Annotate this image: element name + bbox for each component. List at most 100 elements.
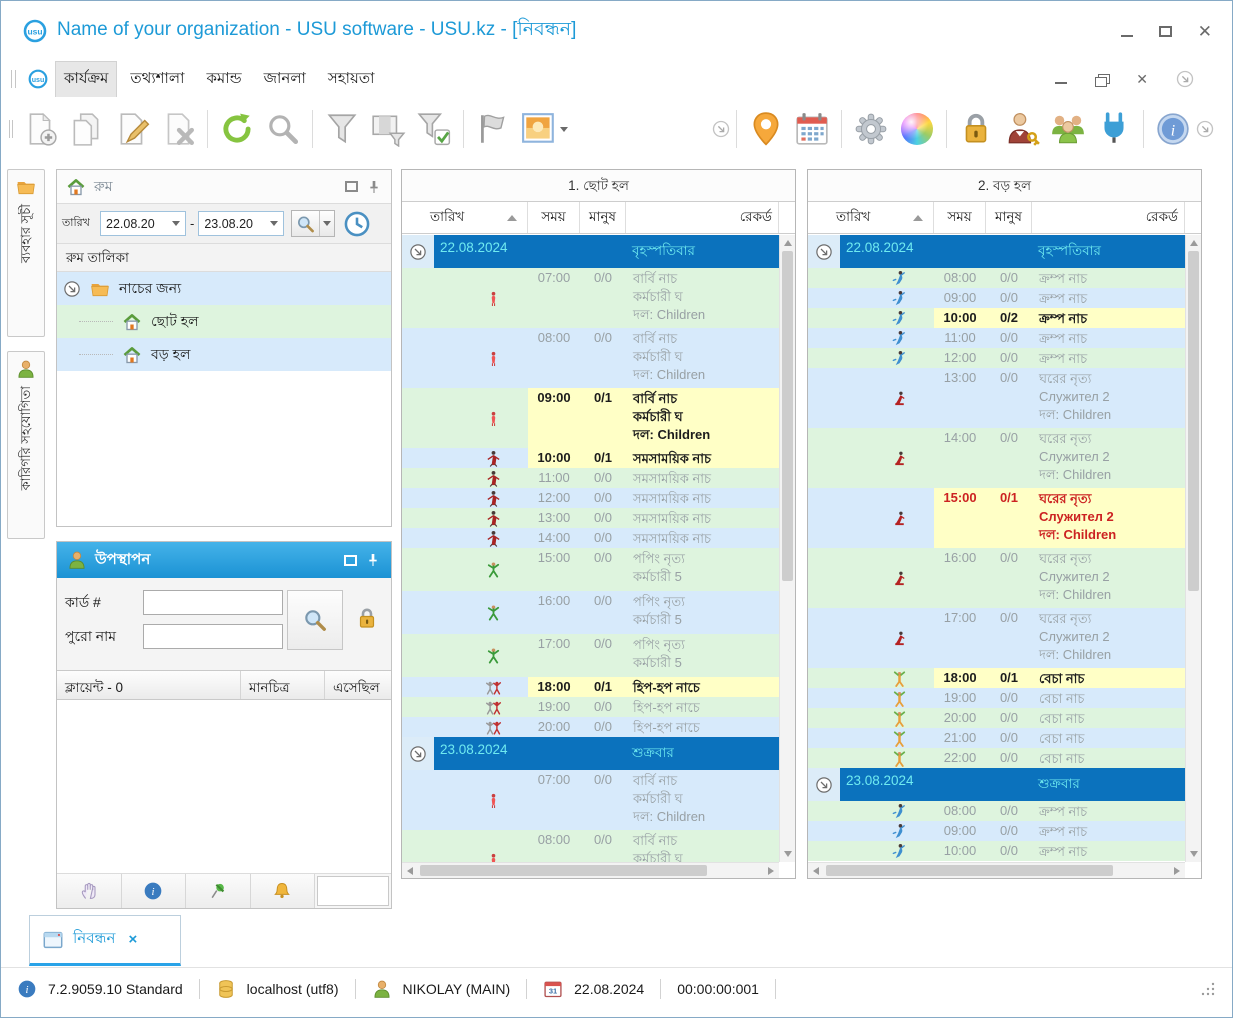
schedule-row[interactable]: 19:00 0/0 বেচা নাচ	[808, 688, 1185, 708]
toolbar-overflow-icon[interactable]	[712, 120, 730, 138]
menu-logo-icon[interactable]: usu	[28, 69, 48, 89]
schedule-row[interactable]: 07:00 0/0 বার্বি নাচ কর্মচারী ঘ দল: Children	[402, 268, 779, 328]
scroll-down-arrow[interactable]	[1190, 851, 1198, 857]
info-icon[interactable]: i	[17, 979, 37, 999]
info-button[interactable]: i	[1150, 105, 1196, 153]
schedule-row[interactable]: 20:00 0/0 বেচা নাচ	[808, 708, 1185, 728]
maximize-window-button[interactable]	[1158, 26, 1172, 37]
menu-item[interactable]: কার্যক্রম	[54, 60, 118, 98]
scroll-right-arrow[interactable]	[1174, 867, 1180, 875]
schedule-row[interactable]: 11:00 0/0 সমসাময়িক নাচ	[402, 468, 779, 488]
schedule-row[interactable]: 09:00 0/1 বার্বি নাচ কর্মচারী ঘ দল: Children	[402, 388, 779, 448]
menu-item[interactable]: সহায়তা	[320, 62, 383, 97]
pin-icon[interactable]	[366, 179, 382, 195]
scrollbar-thumb[interactable]	[782, 251, 793, 581]
column-header-visited[interactable]: এসেছিল	[325, 671, 391, 699]
flag-button[interactable]	[470, 105, 516, 153]
side-tab-user-list[interactable]: ব্যবহার সূচী	[7, 169, 45, 337]
schedule-row[interactable]: 08:00 0/0 ক্রম্প নাচ	[808, 801, 1185, 821]
schedule-row[interactable]: 11:00 0/0 ক্রম্প নাচ	[808, 328, 1185, 348]
schedule-row[interactable]: 13:00 0/0 ঘরের নৃত্য Служител 2 দল: Children	[808, 368, 1185, 428]
minimize-document-button[interactable]	[1055, 82, 1068, 84]
schedule-row[interactable]: 10:00 0/1 সমসাময়িক নাচ	[402, 448, 779, 468]
color-wheel-button[interactable]	[894, 105, 940, 153]
date-group-row[interactable]: 22.08.2024 বৃহস্পতিবার	[808, 235, 1185, 268]
delete-document-button[interactable]	[155, 105, 201, 153]
notify-button[interactable]	[250, 874, 315, 908]
menu-item[interactable]: কমান্ড	[198, 62, 249, 97]
menu-item[interactable]: তথ্যশালা	[122, 62, 192, 97]
copy-document-button[interactable]	[63, 105, 109, 153]
location-pin-button[interactable]	[743, 105, 789, 153]
scrollbar-thumb[interactable]	[826, 865, 1113, 876]
schedule-row[interactable]: 08:00 0/0 ক্রম্প নাচ	[808, 268, 1185, 288]
date-group-row[interactable]: 23.08.2024 শুক্রবার	[808, 768, 1185, 801]
clock-button[interactable]	[343, 210, 371, 238]
schedule-row[interactable]: 09:00 0/0 ক্রম্প নাচ	[808, 288, 1185, 308]
schedule-row[interactable]: 20:00 0/0 হিপ-হপ নাচে	[402, 717, 779, 737]
plugin-button[interactable]	[1091, 105, 1137, 153]
close-document-button[interactable]: ✕	[1136, 72, 1148, 86]
column-header-date[interactable]: তারিখ	[808, 202, 934, 233]
client-search-button[interactable]	[287, 590, 343, 650]
menu-overflow-icon[interactable]	[1176, 70, 1194, 88]
column-header-record[interactable]: রেকর্ড	[1032, 202, 1185, 233]
scroll-up-arrow[interactable]	[1190, 240, 1198, 246]
menu-item[interactable]: জানলা	[256, 62, 314, 97]
filter-window-button[interactable]	[365, 105, 411, 153]
horizontal-scrollbar[interactable]	[402, 862, 779, 878]
resize-grip[interactable]	[1200, 981, 1216, 997]
search-split-button[interactable]	[291, 210, 336, 237]
scroll-left-arrow[interactable]	[813, 867, 819, 875]
column-header-time[interactable]: সময়	[528, 202, 580, 233]
edit-document-button[interactable]	[109, 105, 155, 153]
expand-panel-button[interactable]	[344, 554, 357, 566]
scroll-up-arrow[interactable]	[784, 240, 792, 246]
user-permissions-button[interactable]	[999, 105, 1045, 153]
schedule-row[interactable]: 18:00 0/1 বেচা নাচ	[808, 668, 1185, 688]
tree-item[interactable]: ছোট হল	[57, 305, 391, 338]
chevron-down-icon[interactable]	[560, 127, 568, 132]
lock-icon[interactable]	[355, 606, 379, 630]
schedule-row[interactable]: 16:00 0/0 ঘরের নৃত্য Служител 2 দল: Children	[808, 548, 1185, 608]
vertical-scrollbar[interactable]	[1185, 235, 1201, 862]
restore-document-button[interactable]	[1095, 73, 1111, 87]
horizontal-scrollbar[interactable]	[808, 862, 1185, 878]
footer-input[interactable]	[317, 876, 389, 906]
scroll-right-arrow[interactable]	[768, 867, 774, 875]
collapse-group-icon[interactable]	[409, 745, 427, 763]
tab-registration[interactable]: নিবন্ধন ×	[29, 915, 181, 966]
users-group-button[interactable]	[1045, 105, 1091, 153]
schedule-row[interactable]: 17:00 0/0 ঘরের নৃত্য Служител 2 দল: Children	[808, 608, 1185, 668]
date-from-select[interactable]: 22.08.20	[100, 211, 186, 236]
collapse-group-icon[interactable]	[409, 243, 427, 261]
scrollbar-thumb[interactable]	[1188, 251, 1199, 591]
pin-client-button[interactable]	[186, 874, 251, 908]
schedule-row[interactable]: 07:00 0/0 বার্বি নাচ কর্মচারী ঘ দল: Children	[402, 770, 779, 830]
schedule-row[interactable]: 16:00 0/0 পপিং নৃত্য কর্মচারী 5	[402, 591, 779, 634]
schedule-row[interactable]: 19:00 0/0 হিপ-হপ নাচে	[402, 697, 779, 717]
tree-item[interactable]: বড় হল	[57, 338, 391, 371]
close-tab-button[interactable]: ×	[128, 931, 137, 948]
settings-gear-button[interactable]	[848, 105, 894, 153]
collapse-group-icon[interactable]	[815, 776, 833, 794]
close-window-button[interactable]: ✕	[1198, 23, 1212, 40]
schedule-row[interactable]: 18:00 0/1 হিপ-হপ নাচে	[402, 677, 779, 697]
column-header-date[interactable]: তারিখ	[402, 202, 528, 233]
filter-button[interactable]	[319, 105, 365, 153]
schedule-row[interactable]: 13:00 0/0 সমসাময়িক নাচ	[402, 508, 779, 528]
collapse-group-icon[interactable]	[815, 243, 833, 261]
scroll-down-arrow[interactable]	[784, 851, 792, 857]
schedule-row[interactable]: 15:00 0/0 পপিং নৃত্য কর্মচারী 5	[402, 548, 779, 591]
vertical-scrollbar[interactable]	[779, 235, 795, 862]
schedule-row[interactable]: 14:00 0/0 সমসাময়িক নাচ	[402, 528, 779, 548]
drag-mode-button[interactable]	[57, 874, 122, 908]
refresh-button[interactable]	[214, 105, 260, 153]
tree-item[interactable]: নাচের জন্য	[57, 272, 391, 305]
column-header-time[interactable]: সময়	[934, 202, 986, 233]
minimize-window-button[interactable]	[1120, 34, 1133, 37]
schedule-row[interactable]: 12:00 0/0 সমসাময়িক নাচ	[402, 488, 779, 508]
column-header-people[interactable]: মানুষ	[986, 202, 1032, 233]
schedule-row[interactable]: 21:00 0/0 বেচা নাচ	[808, 728, 1185, 748]
date-group-row[interactable]: 22.08.2024 বৃহস্পতিবার	[402, 235, 779, 268]
